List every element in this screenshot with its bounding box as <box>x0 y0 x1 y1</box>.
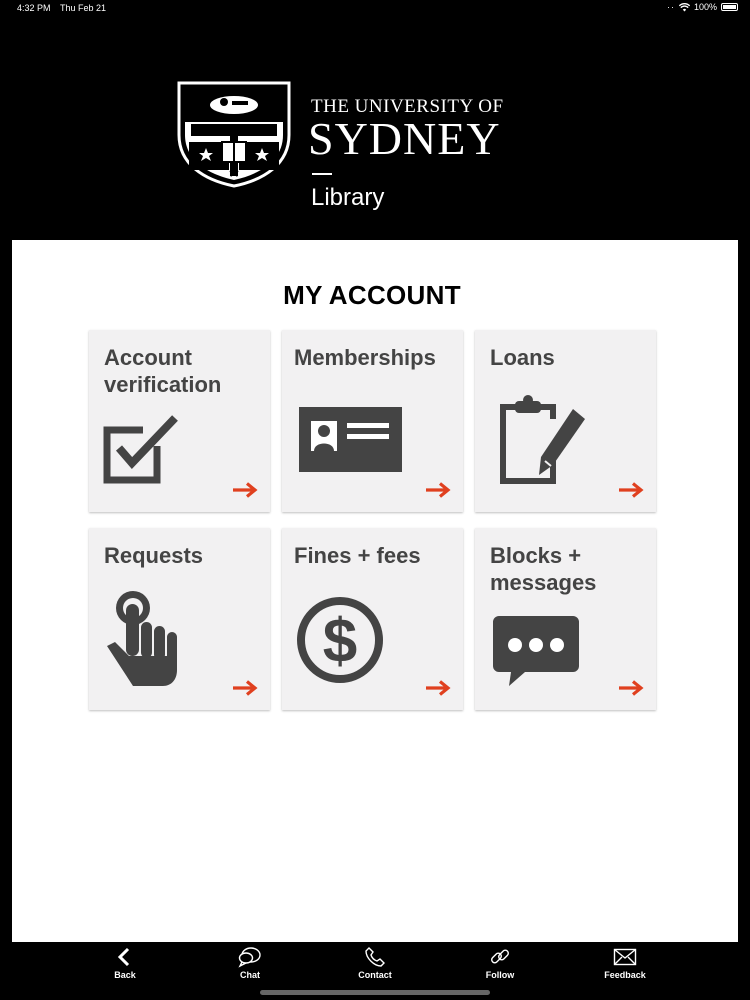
phone-icon <box>365 947 385 967</box>
nav-follow[interactable]: Follow <box>470 946 530 980</box>
nav-back[interactable]: Back <box>95 946 155 980</box>
battery-percent: 100% <box>693 2 717 12</box>
status-date: Thu Feb 21 <box>60 3 107 13</box>
tile-label: Account verification <box>104 345 222 397</box>
tile-label: Requests <box>104 543 204 568</box>
library-label: Library <box>311 184 385 211</box>
page-title: MY ACCOUNT <box>283 280 461 310</box>
arrow-right-icon <box>619 482 644 498</box>
header: THE UNIVERSITY OF SYDNEY Library <box>0 16 750 240</box>
main-panel: MY ACCOUNT Account verification Membersh… <box>12 240 738 942</box>
tile-loans[interactable]: Loans <box>475 330 656 512</box>
status-indicators: ·· 100% <box>667 2 738 12</box>
chat-icon <box>238 947 261 968</box>
battery-icon <box>721 3 738 11</box>
status-time: 4:32 PM <box>17 3 51 13</box>
university-name-line2: SYDNEY <box>308 113 501 164</box>
envelope-icon <box>613 948 637 966</box>
nav-label: Feedback <box>604 970 646 980</box>
tile-label: Blocks + messages <box>490 543 597 595</box>
arrow-right-icon <box>619 680 644 696</box>
dollar-coin-icon: $ <box>297 597 383 683</box>
home-indicator[interactable] <box>260 990 490 995</box>
nav-label: Follow <box>485 970 515 980</box>
tile-account-verification[interactable]: Account verification <box>89 330 270 512</box>
chat-bubble-icon <box>493 616 579 686</box>
tile-label: Memberships <box>294 345 436 370</box>
chevron-left-icon <box>117 947 130 967</box>
nav-feedback[interactable]: Feedback <box>595 946 655 980</box>
tile-blocks-messages[interactable]: Blocks + messages <box>475 528 656 710</box>
university-crest-icon <box>177 81 291 188</box>
checkbox-icon <box>103 415 178 484</box>
svg-text:$: $ <box>323 607 357 676</box>
nav-label: Back <box>114 970 136 980</box>
arrow-right-icon <box>426 482 451 498</box>
tile-memberships[interactable]: Memberships <box>282 330 463 512</box>
wifi-icon <box>678 2 690 11</box>
id-card-icon <box>299 407 402 472</box>
pointing-hand-icon <box>107 591 177 686</box>
link-icon <box>491 949 509 964</box>
clipboard-pencil-icon <box>500 395 585 484</box>
bottom-navigation: Back Chat Contact Follow Feedback <box>0 942 750 1000</box>
tile-label: Fines + fees <box>294 543 421 568</box>
status-bar: 4:32 PM Thu Feb 21 ·· 100% <box>0 0 750 16</box>
dots-icon: ·· <box>666 2 675 12</box>
arrow-right-icon <box>426 680 451 696</box>
nav-label: Chat <box>240 970 260 980</box>
divider <box>312 173 332 175</box>
nav-label: Contact <box>358 970 392 980</box>
tile-fines-fees[interactable]: Fines + fees $ <box>282 528 463 710</box>
arrow-right-icon <box>233 680 258 696</box>
tile-requests[interactable]: Requests <box>89 528 270 710</box>
nav-chat[interactable]: Chat <box>220 946 280 980</box>
tile-label: Loans <box>490 345 555 370</box>
nav-contact[interactable]: Contact <box>345 946 405 980</box>
arrow-right-icon <box>233 482 258 498</box>
